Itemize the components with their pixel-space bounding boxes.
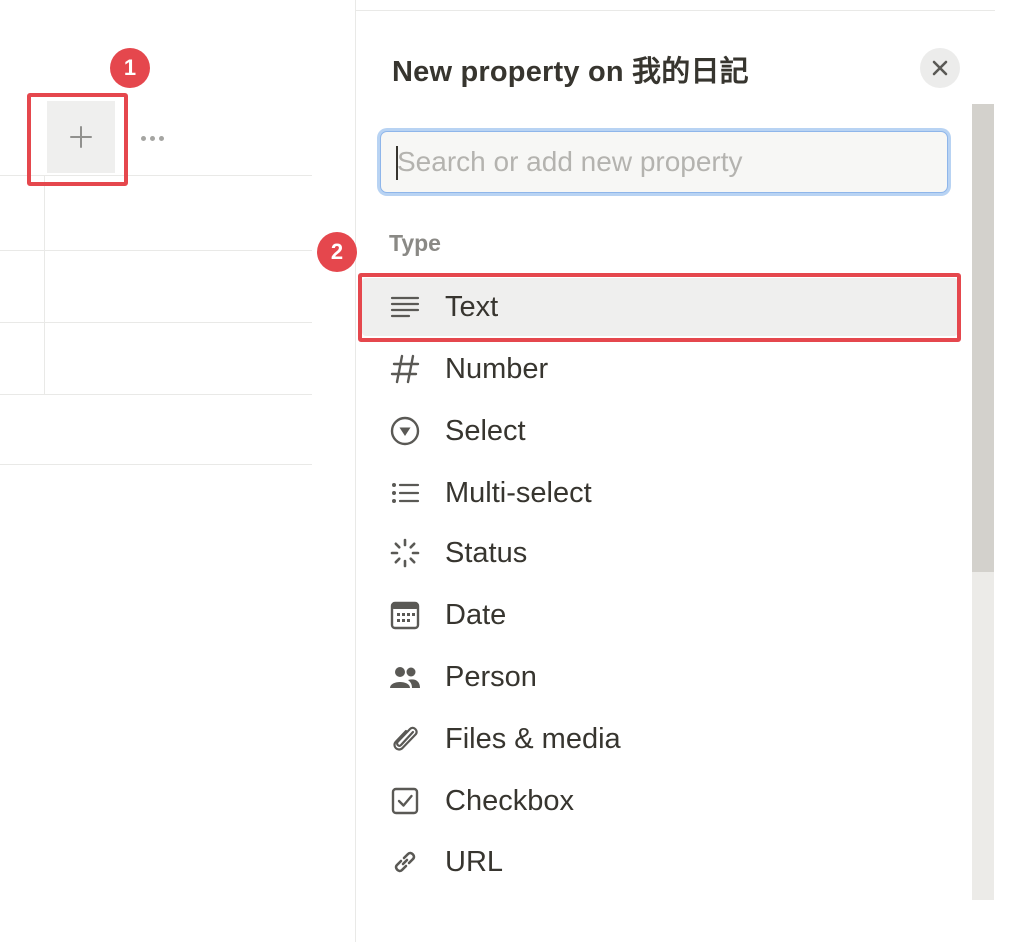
text-caret bbox=[396, 146, 398, 180]
people-icon bbox=[388, 660, 422, 694]
scrollbar-thumb[interactable] bbox=[972, 104, 994, 572]
close-button[interactable] bbox=[920, 48, 960, 88]
list-icon bbox=[388, 476, 422, 510]
panel-top-border bbox=[355, 10, 995, 11]
type-item-date[interactable]: Date bbox=[362, 586, 958, 644]
status-loader-icon bbox=[388, 536, 422, 570]
type-label: Checkbox bbox=[445, 784, 574, 817]
link-icon bbox=[388, 845, 422, 879]
type-item-url[interactable]: URL bbox=[362, 833, 958, 891]
search-input[interactable] bbox=[381, 132, 947, 192]
table-row-divider bbox=[0, 464, 312, 465]
type-label: Status bbox=[445, 536, 528, 569]
dot-icon bbox=[140, 135, 146, 141]
close-icon bbox=[932, 60, 948, 76]
annotation-badge: 2 bbox=[317, 232, 357, 272]
type-label: Multi-select bbox=[445, 476, 592, 509]
type-label: Date bbox=[445, 598, 507, 631]
type-item-select[interactable]: Select bbox=[362, 402, 958, 460]
dot-icon bbox=[158, 135, 164, 141]
type-item-status[interactable]: Status bbox=[362, 524, 958, 582]
checkbox-icon bbox=[388, 784, 422, 818]
type-item-multi-select[interactable]: Multi-select bbox=[362, 464, 958, 522]
select-circle-icon bbox=[388, 414, 422, 448]
search-field-wrapper bbox=[380, 131, 948, 193]
hash-icon bbox=[388, 352, 422, 386]
type-item-checkbox[interactable]: Checkbox bbox=[362, 772, 958, 830]
table-row-divider bbox=[0, 322, 312, 323]
type-label: URL bbox=[445, 845, 504, 878]
type-item-files-media[interactable]: Files & media bbox=[362, 710, 958, 768]
table-column-divider bbox=[44, 176, 45, 394]
annotation-badge: 1 bbox=[110, 48, 150, 88]
type-item-person[interactable]: Person bbox=[362, 648, 958, 706]
type-label: Select bbox=[445, 414, 526, 447]
more-options-button[interactable] bbox=[130, 124, 174, 152]
type-section-label: Type bbox=[389, 230, 441, 256]
calendar-icon bbox=[388, 598, 422, 632]
type-label: Person bbox=[445, 660, 537, 693]
table-row-divider bbox=[0, 250, 312, 251]
type-label: Files & media bbox=[445, 722, 621, 755]
type-label: Number bbox=[445, 352, 549, 385]
annotation-highlight-box bbox=[27, 93, 128, 186]
paperclip-icon bbox=[388, 722, 422, 756]
annotation-highlight-box bbox=[358, 273, 961, 342]
panel-title: New property on 我的日記 bbox=[392, 56, 749, 88]
dot-icon bbox=[149, 135, 155, 141]
type-item-number[interactable]: Number bbox=[362, 340, 958, 398]
table-row-divider bbox=[0, 394, 312, 395]
